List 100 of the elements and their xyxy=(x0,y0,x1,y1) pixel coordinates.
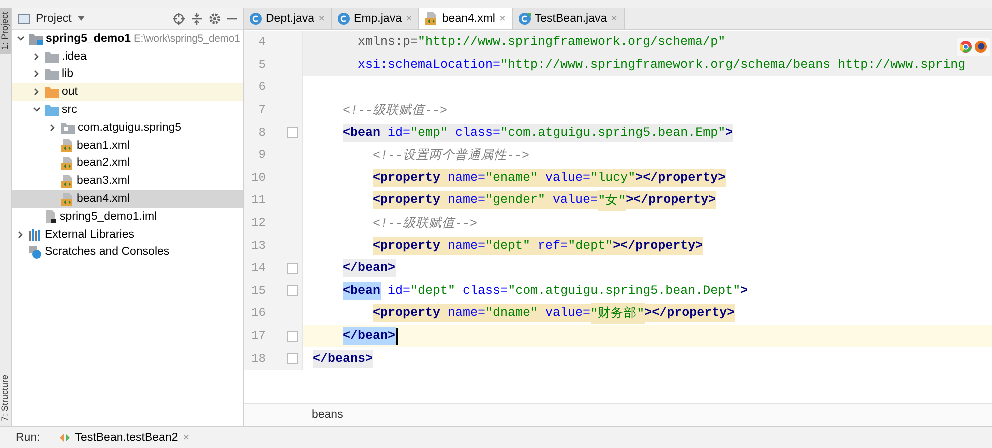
line-number: 13 xyxy=(250,238,266,253)
editor-tab[interactable]: TestBean.java × xyxy=(512,8,625,29)
scratches-icon xyxy=(29,246,42,259)
code-token: <property xyxy=(373,168,448,187)
code-token: "dept" xyxy=(410,282,457,300)
code-token: xmlns:p= xyxy=(358,34,418,52)
code-token: "dname" xyxy=(486,304,546,322)
code-token: class= xyxy=(463,282,508,300)
code-token: "com.atguigu.spring5.bean.Dept" xyxy=(508,282,741,300)
fold-marker-icon[interactable] xyxy=(287,353,298,364)
file-icon xyxy=(45,210,57,224)
tree-item[interactable]: lib xyxy=(12,66,243,84)
tree-item[interactable]: bean4.xml xyxy=(12,190,243,208)
run-config-icon xyxy=(60,432,70,442)
editor-tab[interactable]: Dept.java × xyxy=(244,8,332,29)
fold-marker-icon[interactable] xyxy=(287,262,298,274)
tree-item-label: com.atguigu.spring5 xyxy=(78,122,182,134)
chevron-down-icon[interactable] xyxy=(33,106,41,114)
line-number: 18 xyxy=(250,352,266,366)
code-token: "dept" xyxy=(486,236,538,255)
tree-item[interactable]: src xyxy=(12,101,243,119)
code-token: value= xyxy=(546,168,591,187)
line-number: 9 xyxy=(258,148,266,162)
code-token: xsi:schemaLocation= xyxy=(358,56,501,74)
editor-tab[interactable]: Emp.java × xyxy=(332,8,420,29)
class-icon xyxy=(250,12,262,24)
package-icon xyxy=(61,122,75,134)
xml-file-icon xyxy=(61,192,74,206)
code-token: ></property> xyxy=(644,304,735,322)
xml-file-icon xyxy=(61,139,74,152)
chevron-right-icon[interactable] xyxy=(33,70,41,78)
code-token: <property xyxy=(373,191,448,210)
settings-icon[interactable] xyxy=(209,12,221,24)
code-token: "财务部" xyxy=(590,302,645,324)
fold-marker-icon[interactable] xyxy=(287,127,298,138)
tree-item-label: out xyxy=(62,86,78,98)
tree-item[interactable]: spring5_demo1.iml xyxy=(12,208,243,226)
code-token: </beans> xyxy=(313,350,374,368)
tree-item[interactable]: Scratches and Consoles xyxy=(12,244,243,262)
tree-item[interactable]: bean3.xml xyxy=(12,172,243,190)
line-number: 11 xyxy=(250,193,266,208)
line-number: 8 xyxy=(258,126,266,140)
chevron-right-icon[interactable] xyxy=(17,230,25,239)
code-token: name= xyxy=(448,168,486,187)
code-token: "gender" xyxy=(486,191,554,210)
browser-icon[interactable] xyxy=(975,41,987,53)
code-token: ></property> xyxy=(613,236,704,255)
browser-icon[interactable] xyxy=(960,41,972,53)
library-icon xyxy=(29,228,42,241)
code-token: </bean> xyxy=(343,259,396,278)
chevron-right-icon[interactable] xyxy=(49,124,57,132)
code-token: > xyxy=(740,282,748,300)
class-icon xyxy=(338,12,350,24)
line-number: 5 xyxy=(258,58,266,72)
line-number: 4 xyxy=(258,35,266,50)
xml-file-icon xyxy=(61,174,74,188)
chevron-right-icon[interactable] xyxy=(33,88,41,96)
code-token: id= xyxy=(388,124,411,142)
collapse-all-icon[interactable] xyxy=(191,12,203,24)
tree-item[interactable]: bean1.xml xyxy=(12,136,243,155)
tool-window-tab[interactable]: 1: Project xyxy=(0,8,11,54)
code-token: "http://www.springframework.org/schema/p" xyxy=(418,34,726,52)
editor-tab[interactable]: bean4.xml × xyxy=(419,8,513,29)
code-token: class= xyxy=(456,124,501,142)
tree-item[interactable]: bean2.xml xyxy=(12,154,243,172)
target-icon[interactable] xyxy=(173,12,185,24)
chevron-right-icon[interactable] xyxy=(33,52,41,61)
project-view-title[interactable]: Project xyxy=(36,12,72,24)
panel-icon xyxy=(18,14,30,24)
code-token: ></property> xyxy=(626,191,716,210)
tab-label: Dept.java xyxy=(266,12,315,24)
tool-window-tab[interactable]: 7: Structure xyxy=(0,371,11,426)
tree-item[interactable]: .idea xyxy=(12,48,243,66)
fold-marker-icon[interactable] xyxy=(287,330,298,342)
run-tab[interactable]: TestBean.testBean2 × xyxy=(54,427,196,448)
run-tab-label: TestBean.testBean2 xyxy=(75,432,178,444)
code-token: "http://www.springframework.org/schema/beans http://www.spring xyxy=(500,56,966,74)
code-token: name= xyxy=(448,236,486,255)
code-token: value= xyxy=(553,191,598,210)
code-token: "com.atguigu.spring5.bean.Emp" xyxy=(500,124,726,142)
tree-item-label: .idea xyxy=(62,50,87,63)
code-token: <property xyxy=(373,304,448,322)
xml-file-icon xyxy=(425,12,438,25)
breadcrumb[interactable]: beans xyxy=(312,409,344,421)
code-token: name= xyxy=(448,191,486,210)
xml-file-icon xyxy=(61,156,74,170)
tree-item[interactable]: External Libraries xyxy=(12,226,243,244)
tree-item[interactable]: spring5_demo1 E:\work\spring5_demo1 xyxy=(12,30,243,48)
tree-item-label: lib xyxy=(62,68,74,80)
code-token: <!--设置两个普通属性--> xyxy=(373,147,530,165)
tree-item[interactable]: com.atguigu.spring5 xyxy=(12,118,243,137)
tree-item-label: bean1.xml xyxy=(77,140,130,152)
test-class-icon xyxy=(518,12,531,24)
chevron-down-icon[interactable] xyxy=(17,34,25,43)
code-token: <bean xyxy=(343,282,381,300)
tree-item[interactable]: out xyxy=(12,83,243,102)
caret-icon[interactable] xyxy=(78,16,85,21)
code-token: ></property> xyxy=(636,168,726,187)
fold-marker-icon[interactable] xyxy=(287,285,298,296)
tree-item-label: src xyxy=(62,104,78,116)
